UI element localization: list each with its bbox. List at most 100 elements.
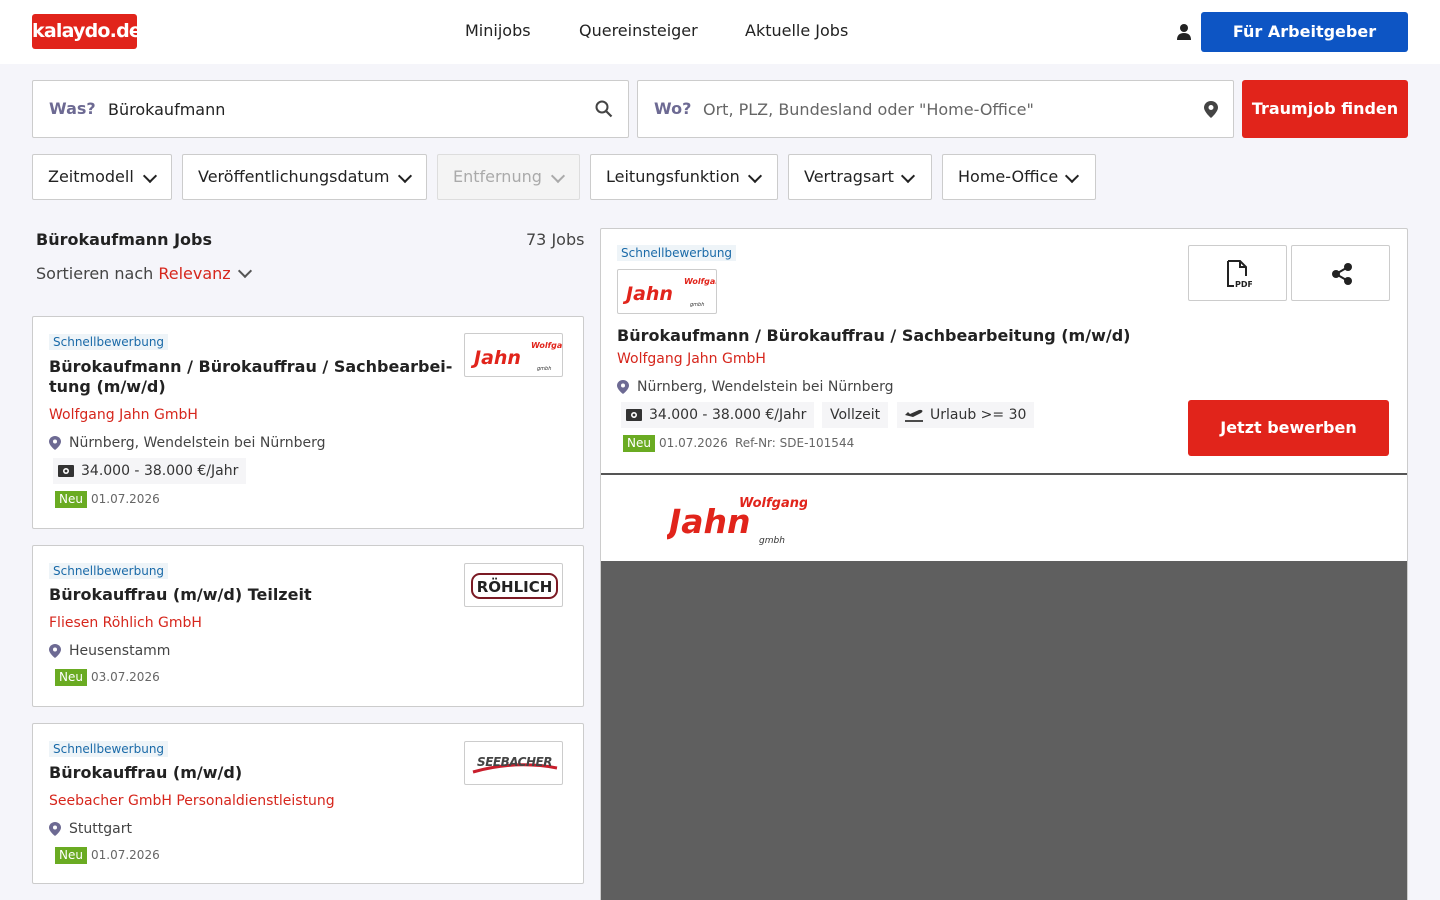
job-card[interactable]: Schnellbewerbung Bürokaufmann / Bürokauf… [32, 316, 584, 529]
filter-label: Home-Office [958, 167, 1059, 186]
nav-aktuelle-jobs[interactable]: Aktuelle Jobs [745, 21, 848, 40]
money-icon [626, 409, 642, 421]
salary-chip: 34.000 - 38.000 €/Jahr [53, 458, 247, 484]
filter-label: Leitungsfunktion [606, 167, 740, 186]
logo-text-top: Wolfgang [531, 341, 563, 350]
location-pin-icon [49, 644, 61, 658]
filter-leitungsfunktion[interactable]: Leitungsfunktion [590, 154, 778, 200]
logo-text-main: Jahn [622, 283, 673, 305]
filter-label: Entfernung [453, 167, 542, 186]
location-pin-icon [617, 380, 629, 394]
filter-veroeffentlichungsdatum[interactable]: Veröffentlichungsdatum [182, 154, 427, 200]
job-title[interactable]: Bürokauffrau (m/w/d) Teilzeit [49, 585, 459, 605]
job-card[interactable]: Schnellbewerbung Bürokauffrau (m/w/d) Te… [32, 545, 584, 707]
airplane-icon [905, 409, 923, 422]
quick-apply-badge: Schnellbewerbung [49, 334, 169, 350]
job-description-loading-area [601, 561, 1407, 900]
sort-label: Sortieren nach [36, 264, 154, 283]
chevron-down-icon[interactable] [237, 263, 253, 279]
sort-value[interactable]: Relevanz [158, 264, 230, 283]
job-location: Heusenstamm [69, 643, 171, 659]
detail-location: Nürnberg, Wendelstein bei Nürnberg [637, 379, 894, 395]
location-pin-icon [49, 822, 61, 836]
svg-text:PDF: PDF [1235, 280, 1252, 288]
filter-label: Zeitmodell [48, 167, 134, 186]
location-pin-icon[interactable] [1204, 101, 1218, 118]
job-card[interactable]: Schnellbewerbung Bürokauffrau (m/w/d) Se… [32, 723, 584, 884]
jahn-logo: Wolfgang Jahn gmbh [667, 496, 807, 545]
filter-vertragsart[interactable]: Vertragsart [788, 154, 932, 200]
location-pin-icon [49, 436, 61, 450]
logo-text-sub: gmbh [537, 366, 551, 372]
new-badge: Neu [55, 491, 87, 508]
find-job-button[interactable]: Traumjob finden [1242, 80, 1408, 138]
job-title[interactable]: Bürokaufmann / Bürokauffrau / Sachbearbe… [49, 357, 459, 397]
company-logo: Wolfgang Jahn gmbh [464, 333, 563, 377]
jahn-logo: Wolfgang Jahn gmbh [622, 277, 716, 308]
new-badge: Neu [623, 435, 655, 452]
job-location: Stuttgart [69, 821, 132, 837]
sort-control[interactable]: Sortieren nach Relevanz [36, 264, 231, 283]
where-label: Wo? [654, 99, 692, 118]
salary-chip: 34.000 - 38.000 €/Jahr [621, 402, 815, 428]
share-icon [1332, 263, 1352, 285]
company-banner: Wolfgang Jahn gmbh [601, 475, 1407, 561]
apply-button[interactable]: Jetzt bewerben [1188, 400, 1389, 456]
quick-apply-badge: Schnellbewerbung [49, 741, 169, 757]
contract-chip: Vollzeit [822, 402, 889, 428]
chevron-down-icon [1064, 168, 1080, 184]
company-logo: RÖHLICH [464, 563, 563, 607]
top-header: kalaydo.de Minijobs Quereinsteiger Aktue… [0, 0, 1440, 64]
what-search-field[interactable]: Was? Bürokaufmann [32, 80, 629, 138]
share-button[interactable] [1291, 245, 1390, 301]
job-date: 01.07.2026 [91, 848, 160, 862]
logo-text: RÖHLICH [477, 577, 553, 596]
chevron-down-icon [142, 168, 158, 184]
job-company[interactable]: Fliesen Röhlich GmbH [49, 615, 202, 631]
vacation-chip: Urlaub >= 30 [897, 402, 1035, 428]
nav-minijobs[interactable]: Minijobs [465, 21, 531, 40]
chevron-down-icon [397, 168, 413, 184]
job-date: 03.07.2026 [91, 670, 160, 684]
search-icon[interactable] [595, 100, 613, 118]
salary-text: 34.000 - 38.000 €/Jahr [81, 463, 239, 479]
pdf-button[interactable]: PDF [1188, 245, 1287, 301]
logo-text-sub: gmbh [759, 536, 785, 545]
where-search-field[interactable]: Wo? Ort, PLZ, Bundesland oder "Home-Offi… [637, 80, 1234, 138]
reference-number: Ref-Nr: SDE-101544 [735, 436, 855, 450]
jahn-logo: Wolfgang Jahn gmbh [470, 341, 563, 372]
what-label: Was? [49, 99, 96, 118]
job-detail-panel: Schnellbewerbung Wolfgang Jahn gmbh PDF … [600, 228, 1408, 900]
job-title[interactable]: Bürokauffrau (m/w/d) [49, 763, 459, 783]
user-icon[interactable] [1175, 23, 1193, 41]
detail-company[interactable]: Wolfgang Jahn GmbH [617, 351, 766, 367]
new-badge: Neu [55, 847, 87, 864]
logo-text: SEEBACHER [477, 755, 552, 769]
detail-job-title: Bürokaufmann / Bürokauffrau / Sachbearbe… [617, 326, 1131, 345]
nav-quereinsteiger[interactable]: Quereinsteiger [579, 21, 698, 40]
contract-text: Vollzeit [830, 407, 881, 423]
chevron-down-icon [900, 168, 916, 184]
results-count: 73 Jobs [526, 230, 585, 249]
detail-date: 01.07.2026 [659, 436, 728, 450]
employer-button[interactable]: Für Arbeitgeber [1201, 12, 1408, 52]
job-location: Nürnberg, Wendelstein bei Nürnberg [69, 435, 326, 451]
results-title: Bürokaufmann Jobs [36, 230, 212, 249]
filter-zeitmodell[interactable]: Zeitmodell [32, 154, 172, 200]
filter-home-office[interactable]: Home-Office [942, 154, 1096, 200]
new-badge: Neu [55, 669, 87, 686]
company-logo: Wolfgang Jahn gmbh [617, 269, 717, 314]
job-company[interactable]: Seebacher GmbH Personaldienstleistung [49, 793, 335, 809]
filter-entfernung: Entfernung [437, 154, 580, 200]
logo-text-main: Jahn [667, 502, 751, 541]
kalaydo-logo[interactable]: kalaydo.de [32, 14, 142, 49]
vacation-text: Urlaub >= 30 [930, 407, 1027, 423]
pdf-icon: PDF [1227, 260, 1252, 288]
where-input[interactable]: Ort, PLZ, Bundesland oder "Home-Office" [703, 100, 1034, 119]
seebacher-logo: SEEBACHER [472, 755, 558, 774]
quick-apply-badge: Schnellbewerbung [617, 245, 737, 261]
logo-text-sub: gmbh [690, 302, 704, 308]
logo-text-main: Jahn [470, 347, 521, 369]
what-input[interactable]: Bürokaufmann [108, 100, 225, 119]
job-company[interactable]: Wolfgang Jahn GmbH [49, 407, 198, 423]
